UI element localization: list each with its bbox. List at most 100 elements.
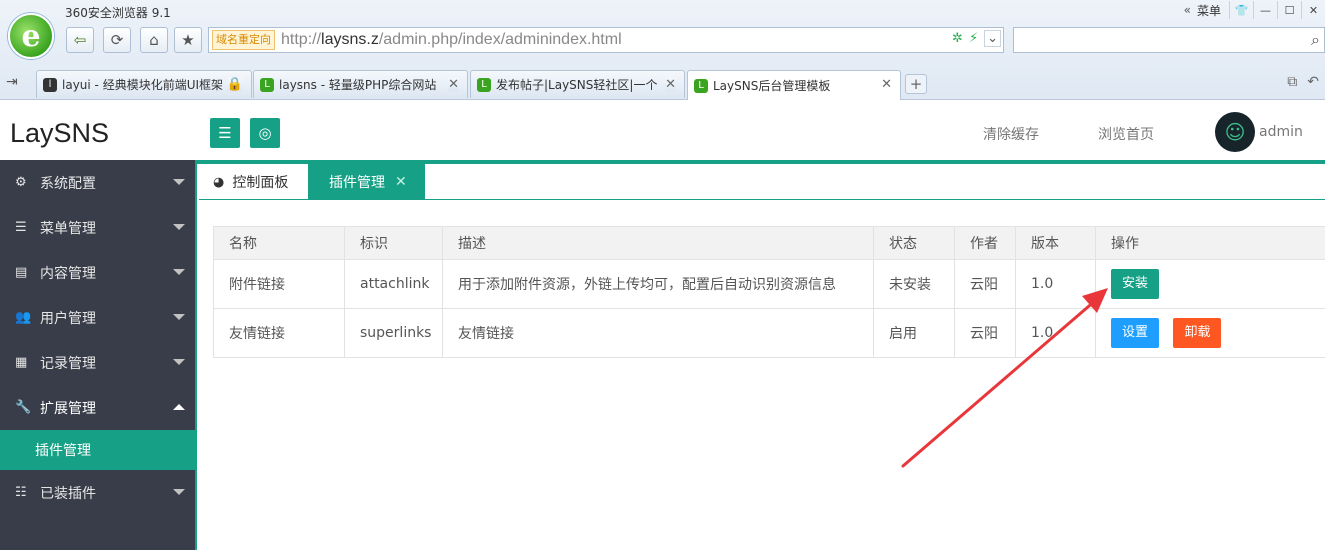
main-content: ◕ 控制面板 插件管理 ✕ 名称 标识 描述 状态 作者 版本 操作 附件链接 … <box>195 160 1325 550</box>
chevron-down-icon <box>173 224 185 230</box>
star-icon: ★ <box>181 31 195 49</box>
plugin-actions: 安装 <box>1095 259 1325 309</box>
chevron-down-icon <box>173 359 185 365</box>
file-icon: ▤ <box>15 265 28 280</box>
tab-plugin-manage[interactable]: 插件管理 ✕ <box>308 164 425 200</box>
minimize-button[interactable]: — <box>1253 1 1277 19</box>
maximize-button[interactable]: ☐ <box>1277 1 1301 19</box>
browse-home-link[interactable]: 浏览首页 <box>1098 124 1154 144</box>
browser-menu-button[interactable]: 菜单 <box>1197 2 1221 19</box>
browser-tab[interactable]: L 发布帖子|LaySNS轻社区|一个 ✕ <box>470 70 685 98</box>
plugin-version: 1.0 <box>1015 259 1096 309</box>
plugin-name: 友情链接 <box>213 308 345 358</box>
browser-chrome: e 360安全浏览器 9.1 « 菜单 👕 — ☐ ✕ ⇦ ⟳ ⌂ ★ 域名重定… <box>0 0 1325 100</box>
chevron-down-icon <box>173 489 185 495</box>
chevron-down-icon <box>173 179 185 185</box>
sidebar-item-extension-manage[interactable]: 🔧 扩展管理 <box>0 385 195 430</box>
lifebuoy-icon: ◎ <box>258 124 272 142</box>
laysns-favicon-icon: L <box>694 78 708 93</box>
address-bar[interactable]: 域名重定向 http://laysns.z/admin.php/index/ad… <box>208 27 1004 53</box>
tab-dashboard[interactable]: ◕ 控制面板 <box>199 164 307 200</box>
sidebar-item-content-manage[interactable]: ▤ 内容管理 <box>0 250 195 295</box>
column-header: 名称 <box>213 226 345 260</box>
skin-icon[interactable]: 👕 <box>1229 1 1253 19</box>
sidebar-item-installed-plugins[interactable]: ☷ 已装插件 <box>0 470 195 515</box>
close-icon[interactable]: ✕ <box>395 174 407 190</box>
search-icon[interactable]: ⌕ <box>1311 30 1320 50</box>
home-button[interactable]: ⌂ <box>140 27 168 53</box>
sidebar-item-record-manage[interactable]: ▦ 记录管理 <box>0 340 195 385</box>
plugin-id: attachlink <box>344 259 443 309</box>
sidebar-item-menu-manage[interactable]: ☰ 菜单管理 <box>0 205 195 250</box>
back-button[interactable]: ⇦ <box>66 27 94 53</box>
table-row: 附件链接 attachlink 用于添加附件资源，外链上传均可，配置后自动识别资… <box>213 259 1325 309</box>
close-tab-icon[interactable]: ✕ <box>881 77 892 92</box>
user-avatar-icon: ☺ <box>1224 120 1246 144</box>
plugin-actions: 设置 卸载 <box>1095 308 1325 358</box>
plugin-status: 未安装 <box>873 259 955 309</box>
dropdown-icon[interactable]: ⌄ <box>984 30 1001 47</box>
sidebar-item-system-config[interactable]: ⚙ 系统配置 <box>0 160 195 205</box>
browser-tab-active[interactable]: L LaySNS后台管理模板 ✕ <box>687 70 901 100</box>
address-url[interactable]: http://laysns.z/admin.php/index/adminind… <box>281 31 622 49</box>
gears-icon: ⚙ <box>15 175 27 190</box>
sidebar-item-user-manage[interactable]: 👥 用户管理 <box>0 295 195 340</box>
column-header: 操作 <box>1095 226 1325 260</box>
column-header: 标识 <box>344 226 443 260</box>
sidebar-toggle-icon[interactable]: ⇥ <box>6 74 18 90</box>
help-button[interactable]: ◎ <box>250 118 280 148</box>
column-header: 作者 <box>954 226 1016 260</box>
plugin-table: 名称 标识 描述 状态 作者 版本 操作 附件链接 attachlink 用于添… <box>213 226 1325 358</box>
chevron-down-icon <box>173 314 185 320</box>
setting-button[interactable]: 设置 <box>1111 318 1160 348</box>
security-icon[interactable]: ✲ <box>952 31 963 46</box>
page-tab-bar: ◕ 控制面板 插件管理 ✕ <box>199 164 1325 200</box>
plugin-id: superlinks <box>344 308 443 358</box>
sliders-icon: ☷ <box>15 485 27 500</box>
new-tab-button[interactable]: + <box>905 74 927 94</box>
wrench-icon: 🔧 <box>15 400 32 415</box>
users-icon: 👥 <box>15 310 32 325</box>
clear-cache-link[interactable]: 清除缓存 <box>983 124 1039 144</box>
close-tab-icon[interactable]: ✕ <box>448 77 459 92</box>
hamburger-icon: ☰ <box>218 124 232 142</box>
close-tab-icon[interactable]: ✕ <box>665 77 676 92</box>
table-header-row: 名称 标识 描述 状态 作者 版本 操作 <box>213 226 1325 260</box>
browser-tab-strip: ⇥ l layui - 经典模块化前端UI框架 🔒 L laysns - 轻量级… <box>0 66 1325 100</box>
table-row: 友情链接 superlinks 友情链接 启用 云阳 1.0 设置 卸载 <box>213 308 1325 358</box>
browser-tab[interactable]: L laysns - 轻量级PHP综合网站 ✕ <box>253 70 468 98</box>
domain-redirect-badge[interactable]: 域名重定向 <box>212 30 275 50</box>
dashboard-icon: ◕ <box>213 174 225 190</box>
menu-toggle-button[interactable]: ☰ <box>210 118 240 148</box>
avatar[interactable]: ☺ <box>1215 112 1255 152</box>
browser-search-input[interactable]: ⌕ <box>1013 27 1325 53</box>
browser-tab[interactable]: l layui - 经典模块化前端UI框架 🔒 <box>36 70 252 98</box>
refresh-button[interactable]: ⟳ <box>103 27 131 53</box>
column-header: 版本 <box>1015 226 1096 260</box>
lock-icon: 🔒 <box>226 77 243 92</box>
undo-close-icon[interactable]: ↶ <box>1307 74 1319 90</box>
plugin-author: 云阳 <box>954 259 1016 309</box>
chevron-up-icon <box>173 404 185 410</box>
username[interactable]: admin <box>1259 124 1303 140</box>
back-arrow-icon: ⇦ <box>73 31 87 49</box>
close-window-button[interactable]: ✕ <box>1301 1 1325 19</box>
tab-list-icon[interactable]: ⧉ <box>1287 74 1297 90</box>
column-header: 描述 <box>442 226 874 260</box>
grid-icon: ▦ <box>15 355 28 370</box>
window-controls: « 菜单 👕 — ☐ ✕ <box>1184 0 1325 20</box>
browser-title: 360安全浏览器 9.1 <box>65 6 171 20</box>
collapse-icon[interactable]: « <box>1184 3 1191 17</box>
refresh-icon: ⟳ <box>110 31 124 49</box>
sidebar-subitem-plugin-manage[interactable]: 插件管理 <box>0 430 195 470</box>
uninstall-button[interactable]: 卸载 <box>1173 318 1222 348</box>
plugin-author: 云阳 <box>954 308 1016 358</box>
browser-logo-icon: e <box>8 13 54 59</box>
favorite-button[interactable]: ★ <box>174 27 202 53</box>
header-divider <box>195 160 1325 164</box>
speed-mode-icon[interactable]: ⚡ <box>969 31 978 46</box>
admin-app: LaySNS ☰ ◎ 清除缓存 浏览首页 ☺ admin ⚙ 系统配置 ☰ 菜单… <box>0 100 1325 550</box>
app-logo[interactable]: LaySNS <box>10 118 109 149</box>
layui-favicon-icon: l <box>43 77 57 92</box>
install-button[interactable]: 安装 <box>1111 269 1160 299</box>
